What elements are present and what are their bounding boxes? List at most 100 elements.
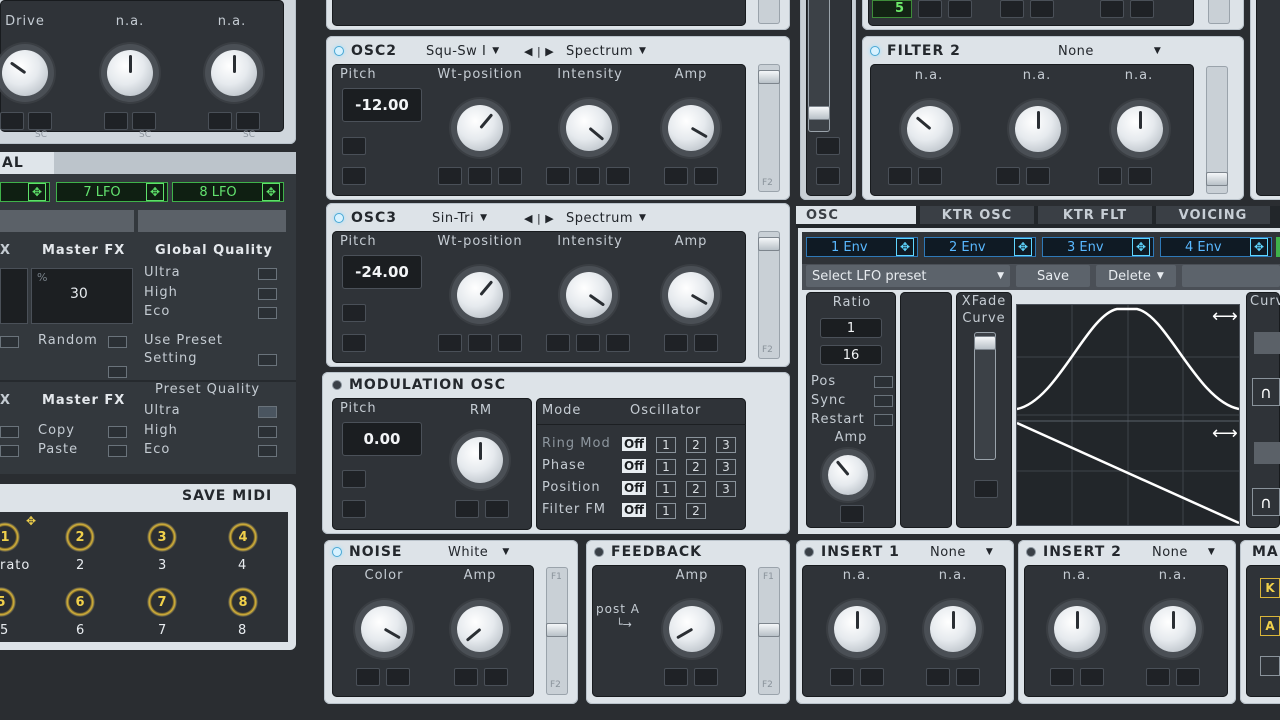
left-toggle[interactable]	[0, 336, 19, 348]
mod-slot[interactable]	[948, 0, 972, 18]
mod-slot[interactable]	[926, 668, 950, 686]
mod-slot[interactable]	[1000, 0, 1024, 18]
mod-slot[interactable]	[1026, 167, 1050, 185]
mod-slot[interactable]	[342, 137, 366, 155]
insert2-knob-1[interactable]	[1054, 606, 1100, 652]
mod-slot[interactable]	[576, 167, 600, 185]
restart-toggle[interactable]	[874, 414, 893, 426]
mod-slot[interactable]	[342, 500, 366, 518]
phase-osc-2[interactable]: 2	[686, 459, 706, 475]
tab-osc[interactable]: OSC	[796, 206, 916, 224]
pos-toggle[interactable]	[874, 376, 893, 388]
osc2-pitch-value[interactable]: -12.00	[342, 88, 422, 122]
mod-slot[interactable]	[664, 334, 688, 352]
move-icon[interactable]: ✥	[146, 183, 164, 201]
mod-slot[interactable]	[356, 668, 380, 686]
feedback-post-label[interactable]: post A	[596, 602, 640, 616]
drive-knob[interactable]	[2, 50, 48, 96]
osc2-mode-dropdown[interactable]: Spectrum ▼	[566, 41, 646, 61]
insert1-knob-2[interactable]	[930, 606, 976, 652]
sine-curve-icon[interactable]: ∩	[1252, 378, 1280, 406]
phase-osc-3[interactable]: 3	[716, 459, 736, 475]
osc2-wt-knob[interactable]	[457, 105, 503, 151]
ring-mod-osc-2[interactable]: 2	[686, 437, 706, 453]
position-osc-2[interactable]: 2	[686, 481, 706, 497]
mod-slot[interactable]	[816, 137, 840, 155]
mod-slot[interactable]	[132, 112, 156, 130]
mod-slot[interactable]	[498, 167, 522, 185]
random-toggle[interactable]	[108, 336, 127, 348]
mod-slot[interactable]	[1050, 668, 1074, 686]
mod-osc-pitch-value[interactable]: 0.00	[342, 422, 422, 456]
mod-slot[interactable]	[236, 112, 260, 130]
filter-fm-off[interactable]: Off	[622, 503, 646, 517]
global-tab[interactable]: AL	[0, 152, 54, 174]
mod-slot[interactable]	[664, 167, 688, 185]
mod-slot[interactable]	[498, 334, 522, 352]
macro-knob-8[interactable]: 8	[228, 587, 258, 617]
arrow-left-right-icon[interactable]: ⟷	[1212, 306, 1238, 327]
feedback-output-slider[interactable]	[758, 567, 780, 695]
noise-power-led[interactable]	[332, 547, 342, 557]
mod-slot[interactable]	[974, 480, 998, 498]
ring-mod-off[interactable]: Off	[622, 437, 646, 451]
osc3-mode-dropdown[interactable]: Spectrum ▼	[566, 208, 646, 228]
mod-slot[interactable]	[438, 334, 462, 352]
osc3-wt-knob[interactable]	[457, 272, 503, 318]
mod-slot[interactable]	[888, 167, 912, 185]
osc3-intensity-knob[interactable]	[566, 272, 612, 318]
osc2-amp-knob[interactable]	[668, 105, 714, 151]
tab-ktr-osc[interactable]: KTR OSC	[920, 206, 1034, 224]
mod-osc-power-led[interactable]	[332, 380, 342, 390]
osc1-slider[interactable]	[758, 0, 780, 24]
arrow-left-icon[interactable]: ◀	[524, 45, 533, 58]
filter2-knob-1[interactable]	[907, 106, 953, 152]
tab-voicing[interactable]: VOICING	[1156, 206, 1270, 224]
move-icon[interactable]: ✥	[28, 183, 46, 201]
lfo-waveform-display[interactable]	[1016, 304, 1240, 526]
mod-slot[interactable]	[918, 0, 942, 18]
macro-knob-2[interactable]: 2	[65, 522, 95, 552]
mod-slot[interactable]	[468, 334, 492, 352]
noise-color-knob[interactable]	[361, 606, 407, 652]
filter2-output-slider[interactable]	[1206, 66, 1228, 194]
move-icon[interactable]: ✥	[26, 514, 36, 528]
preset-quality-high-toggle[interactable]	[258, 426, 277, 438]
mod-slot[interactable]	[694, 167, 718, 185]
filter2-knob-3[interactable]	[1117, 106, 1163, 152]
noise-amp-knob[interactable]	[457, 606, 503, 652]
mod-osc-rm-knob[interactable]	[457, 437, 503, 483]
mod-slot[interactable]	[484, 668, 508, 686]
global-quality-eco-toggle[interactable]	[258, 307, 277, 319]
mod-slot[interactable]	[1030, 0, 1054, 18]
mod-slot[interactable]	[1146, 668, 1170, 686]
mod-slot[interactable]	[1130, 0, 1154, 18]
far-right-button-3[interactable]	[1260, 656, 1280, 676]
paste-toggle[interactable]	[108, 445, 127, 457]
mode-filter-fm[interactable]: Filter FM	[542, 502, 606, 517]
na-knob-2[interactable]	[211, 50, 257, 96]
insert1-power-led[interactable]	[804, 547, 814, 557]
arrow-left-icon[interactable]: ◀	[524, 212, 533, 225]
position-osc-3[interactable]: 3	[716, 481, 736, 497]
mod-slot[interactable]	[454, 668, 478, 686]
mod-slot[interactable]	[485, 500, 509, 518]
arrow-left-right-icon[interactable]: ⟷	[1212, 423, 1238, 444]
mod-slot[interactable]	[1080, 668, 1104, 686]
insert2-type-dropdown[interactable]: None ▼	[1152, 542, 1215, 562]
filter2-power-led[interactable]	[870, 46, 880, 56]
copy-toggle[interactable]	[108, 426, 127, 438]
filter2-type-dropdown[interactable]: None ▼	[1058, 41, 1161, 61]
mod-slot[interactable]	[208, 112, 232, 130]
osc2-prev-next[interactable]: ◀ | ▶	[524, 41, 554, 61]
small-toggle[interactable]	[108, 366, 127, 378]
mod-slot[interactable]	[918, 167, 942, 185]
sync-toggle[interactable]	[874, 395, 893, 407]
move-icon[interactable]: ✥	[1250, 238, 1268, 256]
move-icon[interactable]: ✥	[896, 238, 914, 256]
xfade-slider[interactable]	[974, 332, 996, 460]
curve-button-1[interactable]	[1254, 332, 1280, 354]
osc3-power-led[interactable]	[334, 213, 344, 223]
mod-slot[interactable]	[342, 470, 366, 488]
arrow-right-icon[interactable]: ▶	[545, 45, 554, 58]
